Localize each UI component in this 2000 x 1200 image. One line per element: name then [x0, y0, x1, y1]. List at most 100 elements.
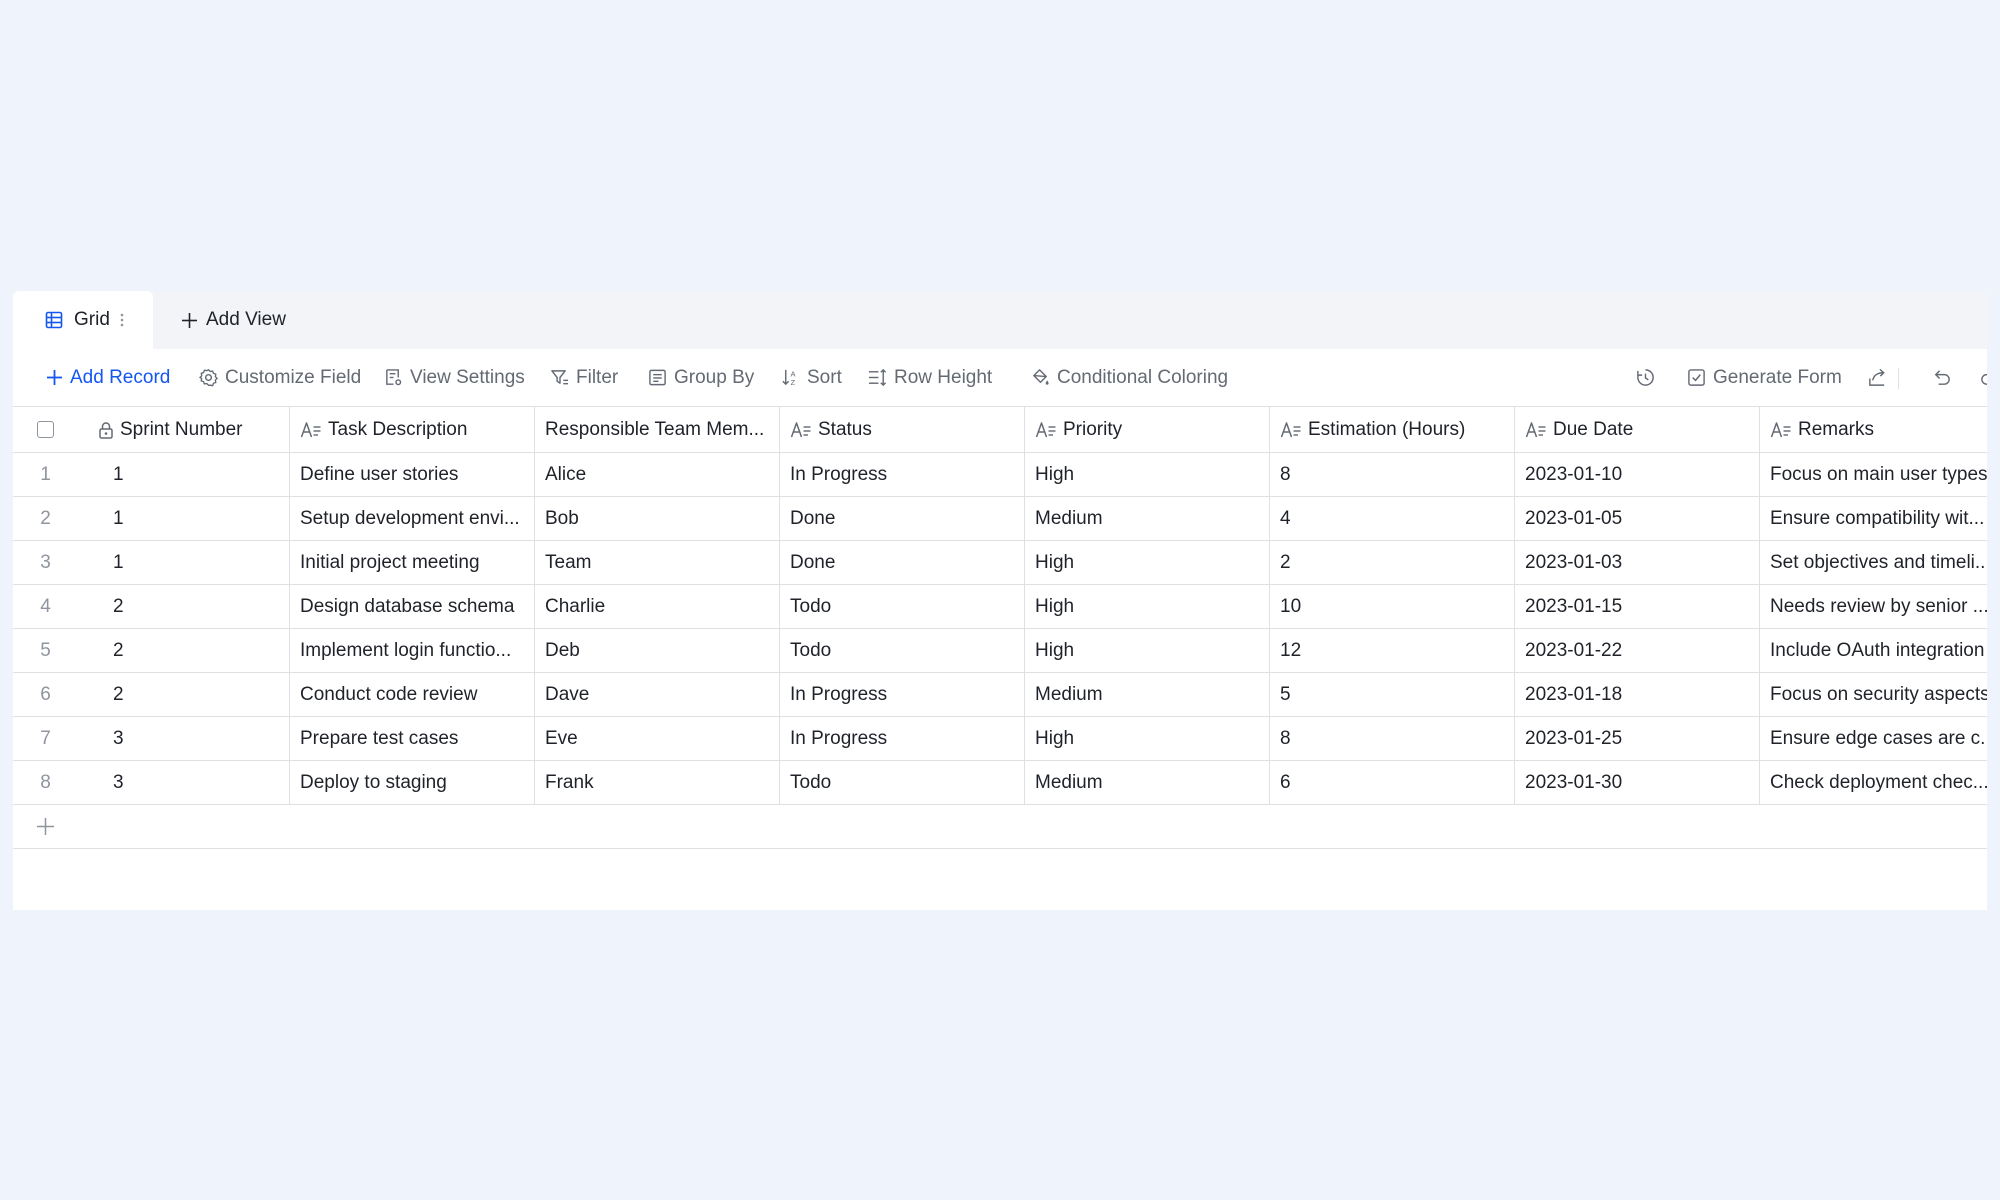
table-cell[interactable]: In Progress	[779, 717, 1024, 760]
table-cell[interactable]: 6	[1269, 761, 1514, 804]
view-settings-button[interactable]: View Settings	[384, 349, 525, 406]
table-cell[interactable]: Dave	[534, 673, 779, 716]
table-cell[interactable]: Charlie	[534, 585, 779, 628]
table-cell[interactable]: Todo	[779, 629, 1024, 672]
table-row[interactable]: 5 2 Implement login functio... Deb Todo High 1…	[13, 629, 1987, 673]
add-row-button[interactable]	[13, 805, 78, 848]
table-cell[interactable]: Check deployment chec...	[1759, 761, 1987, 804]
table-cell[interactable]: In Progress	[779, 673, 1024, 716]
table-cell[interactable]: Ensure edge cases are c...	[1759, 717, 1987, 760]
tab-grid[interactable]: Grid	[13, 291, 153, 349]
add-view-button[interactable]: Add View	[181, 291, 286, 349]
customize-field-button[interactable]: Customize Field	[199, 349, 361, 406]
table-cell[interactable]: Alice	[534, 453, 779, 496]
table-cell[interactable]: Define user stories	[289, 453, 534, 496]
table-cell[interactable]: 2	[1269, 541, 1514, 584]
column-header-6[interactable]: Estimation (Hours)	[1269, 407, 1514, 452]
table-cell[interactable]: Eve	[534, 717, 779, 760]
table-cell[interactable]: Todo	[779, 585, 1024, 628]
table-cell[interactable]: 2	[113, 673, 289, 716]
table-cell[interactable]: Design database schema	[289, 585, 534, 628]
group-by-button[interactable]: Group By	[648, 349, 754, 406]
table-row[interactable]: 1 1 Define user stories Alice In Progress Hig…	[13, 453, 1987, 497]
table-cell[interactable]: Conduct code review	[289, 673, 534, 716]
table-cell[interactable]: High	[1024, 453, 1269, 496]
more-options-icon[interactable]	[120, 312, 124, 328]
column-header-5[interactable]: Priority	[1024, 407, 1269, 452]
table-cell[interactable]: Bob	[534, 497, 779, 540]
table-row[interactable]: 7 3 Prepare test cases Eve In Progress High 8 2…	[13, 717, 1987, 761]
add-record-button[interactable]: Add Record	[46, 349, 170, 406]
table-cell[interactable]: 8	[1269, 717, 1514, 760]
table-cell[interactable]: 4	[1269, 497, 1514, 540]
table-cell[interactable]: 1	[113, 541, 289, 584]
table-cell[interactable]: Set objectives and timeli...	[1759, 541, 1987, 584]
sort-button[interactable]: AZ Sort	[781, 349, 842, 406]
table-cell[interactable]: Initial project meeting	[289, 541, 534, 584]
table-cell[interactable]: 1	[113, 453, 289, 496]
table-cell[interactable]: 2023-01-22	[1514, 629, 1759, 672]
select-all-checkbox[interactable]	[37, 421, 54, 438]
table-cell[interactable]: 2	[113, 629, 289, 672]
table-row[interactable]: 3 1 Initial project meeting Team Done High 2 20…	[13, 541, 1987, 585]
table-row[interactable]: 8 3 Deploy to staging Frank Todo Medium 6 2023-…	[13, 761, 1987, 805]
table-cell[interactable]: 2023-01-30	[1514, 761, 1759, 804]
table-cell[interactable]: Ensure compatibility wit...	[1759, 497, 1987, 540]
table-cell[interactable]: 2023-01-25	[1514, 717, 1759, 760]
table-row[interactable]: 4 2 Design database schema Charlie Todo High 1…	[13, 585, 1987, 629]
conditional-coloring-button[interactable]: Conditional Coloring	[1031, 349, 1228, 406]
table-cell[interactable]: Implement login functio...	[289, 629, 534, 672]
table-cell[interactable]: Medium	[1024, 761, 1269, 804]
column-header-2[interactable]: Task Description	[289, 407, 534, 452]
table-cell[interactable]: Deploy to staging	[289, 761, 534, 804]
table-cell[interactable]: Include OAuth integration	[1759, 629, 1987, 672]
table-cell[interactable]: Deb	[534, 629, 779, 672]
table-cell[interactable]: High	[1024, 541, 1269, 584]
table-cell[interactable]: Focus on main user types	[1759, 453, 1987, 496]
filter-button[interactable]: Filter	[550, 349, 618, 406]
table-cell[interactable]: In Progress	[779, 453, 1024, 496]
table-row[interactable]: 2 1 Setup development envi... Bob Done Medium…	[13, 497, 1987, 541]
table-cell[interactable]: 3	[113, 717, 289, 760]
table-cell[interactable]: Focus on security aspects	[1759, 673, 1987, 716]
table-cell[interactable]: 2023-01-18	[1514, 673, 1759, 716]
table-cell[interactable]: 2023-01-15	[1514, 585, 1759, 628]
table-cell[interactable]: High	[1024, 585, 1269, 628]
redo-button[interactable]	[1979, 349, 1987, 406]
table-cell[interactable]: 8	[1269, 453, 1514, 496]
share-button[interactable]	[1867, 349, 1888, 406]
table-row[interactable]: 6 2 Conduct code review Dave In Progress Medi…	[13, 673, 1987, 717]
table-cell[interactable]: Team	[534, 541, 779, 584]
column-header-1[interactable]: Sprint Number	[98, 407, 289, 452]
table-cell[interactable]: Needs review by senior ...	[1759, 585, 1987, 628]
table-cell[interactable]: High	[1024, 629, 1269, 672]
table-cell[interactable]: 3	[113, 761, 289, 804]
generate-form-button[interactable]: Generate Form	[1687, 349, 1842, 406]
table-cell[interactable]: Setup development envi...	[289, 497, 534, 540]
table-cell[interactable]: 2	[113, 585, 289, 628]
table-cell[interactable]: 2023-01-10	[1514, 453, 1759, 496]
table-cell[interactable]: 10	[1269, 585, 1514, 628]
row-height-button[interactable]: Row Height	[868, 349, 992, 406]
table-cell[interactable]: High	[1024, 717, 1269, 760]
table-cell[interactable]: Todo	[779, 761, 1024, 804]
table-cell[interactable]: 5	[1269, 673, 1514, 716]
select-all-checkbox-cell[interactable]	[13, 407, 78, 452]
text-field-icon	[1280, 421, 1302, 439]
undo-button[interactable]	[1931, 349, 1952, 406]
table-cell[interactable]: Medium	[1024, 673, 1269, 716]
history-button[interactable]	[1635, 349, 1656, 406]
column-header-7[interactable]: Due Date	[1514, 407, 1759, 452]
table-cell[interactable]: 1	[113, 497, 289, 540]
table-cell[interactable]: Done	[779, 497, 1024, 540]
table-cell[interactable]: 12	[1269, 629, 1514, 672]
table-cell[interactable]: Prepare test cases	[289, 717, 534, 760]
column-header-3[interactable]: Responsible Team Mem...	[534, 407, 779, 452]
table-cell[interactable]: Medium	[1024, 497, 1269, 540]
table-cell[interactable]: 2023-01-05	[1514, 497, 1759, 540]
column-header-4[interactable]: Status	[779, 407, 1024, 452]
column-header-8[interactable]: Remarks	[1759, 407, 1987, 452]
table-cell[interactable]: Done	[779, 541, 1024, 584]
table-cell[interactable]: 2023-01-03	[1514, 541, 1759, 584]
table-cell[interactable]: Frank	[534, 761, 779, 804]
